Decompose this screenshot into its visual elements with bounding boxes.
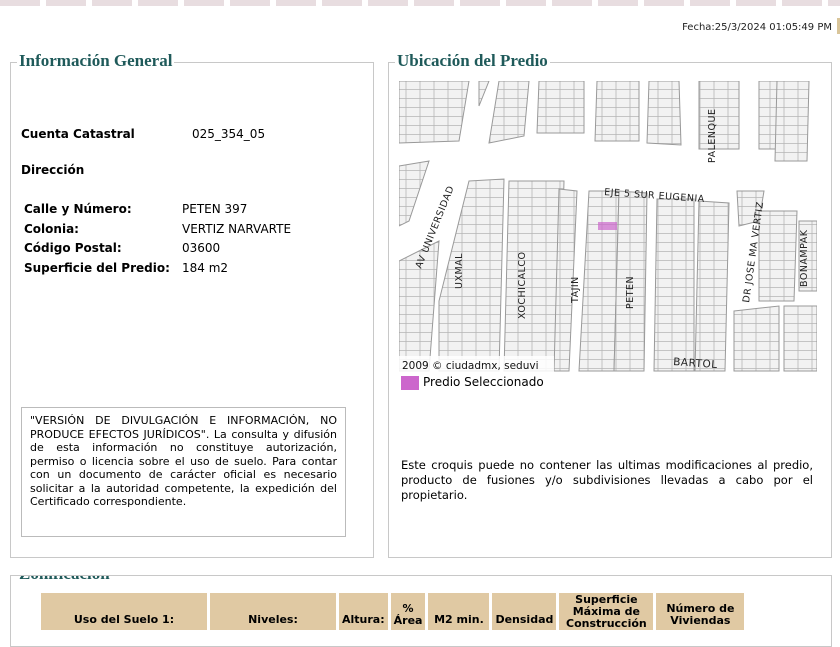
selected-lot[interactable] (598, 222, 617, 230)
panel-title: Información General (17, 51, 175, 71)
street-label: BONAMPAK (799, 229, 810, 287)
col-header: % Área (390, 593, 426, 630)
map-copyright: 2009 © ciudadmx, seduvi (402, 360, 539, 372)
cuenta-label: Cuenta Catastral (21, 127, 135, 141)
panel-title: Ubicación del Predio (395, 51, 550, 71)
date-stamp: Fecha:25/3/2024 01:05:49 PM (682, 22, 832, 33)
field-value: VERTIZ NARVARTE (182, 222, 292, 236)
col-header: Niveles: (210, 593, 336, 630)
street-label: TAJIN (570, 276, 581, 304)
col-header: Uso del Suelo 1: (41, 593, 207, 630)
top-stripe (0, 0, 840, 6)
col-header: Altura: (339, 593, 388, 630)
col-header: Densidad (492, 593, 557, 630)
disclaimer-text: "VERSIÓN DE DIVULGACIÓN E INFORMACIÓN, N… (21, 407, 346, 537)
field-value: PETEN 397 (182, 202, 248, 216)
cuenta-value: 025_354_05 (192, 127, 266, 141)
street-label: XOCHICALCO (517, 252, 528, 320)
field-value: 184 m2 (182, 261, 229, 275)
col-header: Superficie Máxima de Construcción (559, 593, 654, 630)
col-header: Número de Viviendas (656, 593, 745, 630)
field-label: Calle y Número: (24, 202, 132, 216)
field-label: Superficie del Predio: (24, 261, 170, 275)
street-label: PETEN (625, 276, 636, 309)
map-legend: Predio Seleccionado (401, 375, 544, 390)
location-map[interactable]: AV UNIVERSIDAD UXMAL XOCHICALCO TAJIN PE… (399, 81, 817, 373)
croquis-note: Este croquis puede no contener las ultim… (401, 458, 813, 502)
info-general-panel: Información General Cuenta Catastral 025… (10, 51, 374, 558)
direccion-label: Dirección (21, 163, 85, 177)
field-label: Colonia: (24, 222, 79, 236)
field-value: 03600 (182, 241, 221, 255)
zonificacion-table-wrap: Uso del Suelo 1: Niveles: Altura: % Área… (10, 575, 832, 630)
ubicacion-panel: Ubicación del Predio AV UNIVERSIDAD UXMA… (388, 51, 832, 558)
field-label: Código Postal: (24, 241, 122, 255)
legend-label: Predio Seleccionado (423, 375, 544, 389)
legend-swatch (401, 375, 419, 390)
col-header: M2 min. (428, 593, 490, 630)
street-label: PALENQUE (707, 109, 718, 163)
zonificacion-table: Uso del Suelo 1: Niveles: Altura: % Área… (38, 593, 747, 630)
street-label: UXMAL (454, 253, 465, 289)
